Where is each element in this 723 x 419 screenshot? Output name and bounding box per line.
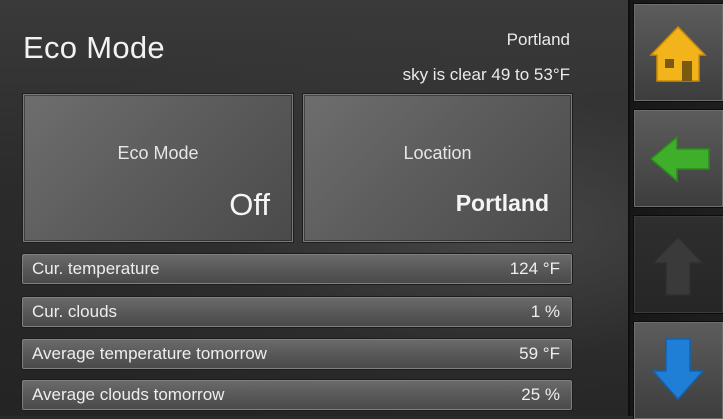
home-button[interactable] (634, 4, 723, 101)
avg-temperature-tomorrow-row: Average temperature tomorrow 59 °F (22, 339, 572, 369)
nav-sidebar (628, 0, 723, 419)
home-icon (649, 25, 707, 82)
back-button[interactable] (634, 110, 723, 207)
eco-mode-screen: Eco Mode Portland sky is clear 49 to 53°… (0, 0, 723, 419)
arrow-up-icon (651, 235, 705, 296)
arrow-down-icon (651, 338, 705, 401)
row-label: Cur. temperature (32, 259, 160, 278)
cur-clouds-row: Cur. clouds 1 % (22, 297, 572, 327)
weather-summary: Portland sky is clear 49 to 53°F (403, 22, 570, 92)
scroll-down-button[interactable] (634, 322, 723, 419)
row-value: 59 °F (519, 344, 560, 363)
row-label: Average clouds tomorrow (32, 385, 225, 404)
arrow-left-icon (649, 135, 710, 183)
weather-forecast: sky is clear 49 to 53°F (402, 65, 570, 84)
weather-city: Portland (506, 30, 570, 49)
eco-mode-tile-value: Off (229, 187, 270, 222)
page-title: Eco Mode (23, 30, 165, 65)
eco-mode-tile[interactable]: Eco Mode Off (23, 94, 293, 242)
avg-clouds-tomorrow-row: Average clouds tomorrow 25 % (22, 380, 572, 410)
location-tile[interactable]: Location Portland (303, 94, 572, 242)
row-label: Average temperature tomorrow (32, 344, 267, 363)
cur-temperature-row: Cur. temperature 124 °F (22, 254, 572, 284)
eco-mode-tile-label: Eco Mode (117, 143, 199, 163)
scroll-up-button[interactable] (634, 216, 723, 313)
row-label: Cur. clouds (32, 302, 118, 321)
row-value: 124 °F (509, 259, 560, 278)
location-tile-label: Location (403, 143, 472, 163)
row-value: 25 % (521, 385, 560, 404)
location-tile-value: Portland (455, 190, 549, 216)
row-value: 1 % (530, 302, 560, 321)
